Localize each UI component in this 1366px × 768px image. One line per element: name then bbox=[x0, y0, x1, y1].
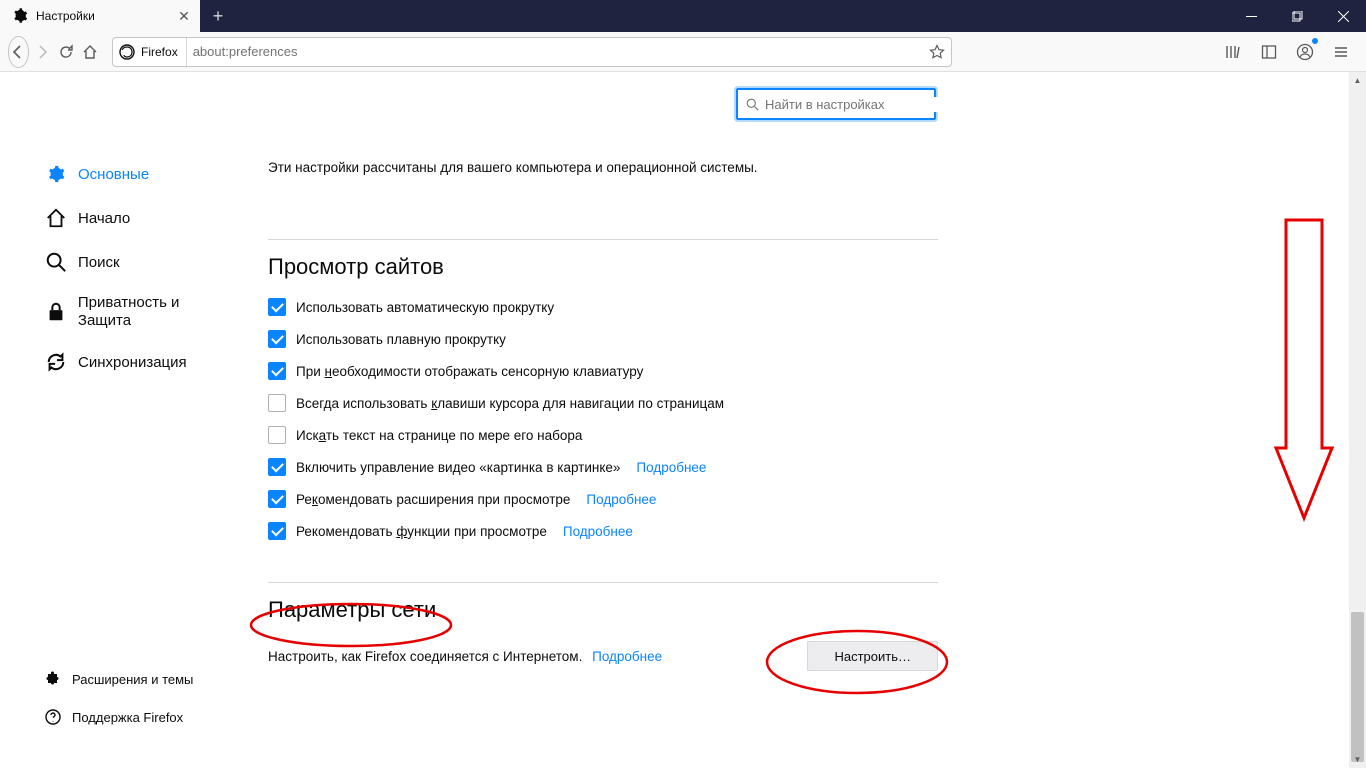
learn-more-link[interactable]: Подробнее bbox=[563, 524, 633, 539]
category-home[interactable]: Начало bbox=[40, 196, 240, 240]
opt-recommend-ext: Рекомендовать расширения при просмотре П… bbox=[268, 490, 938, 508]
opt-search-as-type: Искать текст на странице по мере его наб… bbox=[268, 426, 938, 444]
identity-box[interactable]: Firefox bbox=[119, 38, 187, 66]
gear-icon bbox=[12, 8, 28, 24]
scroll-thumb[interactable] bbox=[1351, 612, 1364, 762]
url-bar[interactable]: Firefox about:preferences bbox=[112, 37, 952, 67]
category-general[interactable]: Основные bbox=[40, 152, 240, 196]
opt-touch-keyboard: При необходимости отображать сенсорную к… bbox=[268, 362, 938, 380]
library-button[interactable] bbox=[1216, 36, 1250, 68]
window-controls bbox=[1228, 0, 1366, 32]
close-button[interactable] bbox=[1320, 0, 1366, 32]
minimize-button[interactable] bbox=[1228, 0, 1274, 32]
sidebar-button[interactable] bbox=[1252, 36, 1286, 68]
checkbox[interactable] bbox=[268, 426, 286, 444]
opt-label[interactable]: При необходимости отображать сенсорную к… bbox=[296, 364, 643, 379]
url-text: about:preferences bbox=[193, 44, 923, 59]
network-desc: Настроить, как Firefox соединяется с Инт… bbox=[268, 649, 807, 664]
reload-button[interactable] bbox=[56, 36, 76, 68]
prefs-search-box[interactable] bbox=[736, 88, 936, 120]
identity-label: Firefox bbox=[141, 45, 178, 59]
new-tab-button[interactable]: + bbox=[200, 0, 236, 32]
support-link[interactable]: Поддержка Firefox bbox=[40, 698, 240, 736]
prefs-main: Эти настройки рассчитаны для вашего комп… bbox=[268, 152, 938, 671]
opt-label[interactable]: Рекомендовать расширения при просмотре bbox=[296, 492, 570, 507]
category-label: Начало bbox=[78, 210, 130, 227]
firefox-icon bbox=[119, 44, 135, 60]
vertical-scrollbar[interactable]: ▲ ▼ bbox=[1349, 72, 1366, 768]
scroll-down-arrow[interactable]: ▼ bbox=[1349, 751, 1366, 768]
puzzle-icon bbox=[44, 670, 62, 688]
opt-pip: Включить управление видео «картинка в ка… bbox=[268, 458, 938, 476]
opt-recommend-features: Рекомендовать функции при просмотре Подр… bbox=[268, 522, 938, 540]
opt-label[interactable]: Рекомендовать функции при просмотре bbox=[296, 524, 547, 539]
category-privacy[interactable]: Приватность и Защита bbox=[40, 284, 240, 340]
opt-label[interactable]: Включить управление видео «картинка в ка… bbox=[296, 460, 620, 475]
checkbox[interactable] bbox=[268, 330, 286, 348]
opt-label[interactable]: Всегда использовать клавиши курсора для … bbox=[296, 396, 724, 411]
category-search[interactable]: Поиск bbox=[40, 240, 240, 284]
opt-autoscroll: Использовать автоматическую прокрутку bbox=[268, 298, 938, 316]
category-sync[interactable]: Синхронизация bbox=[40, 340, 240, 384]
opt-label[interactable]: Искать текст на странице по мере его наб… bbox=[296, 428, 582, 443]
checkbox[interactable] bbox=[268, 522, 286, 540]
maximize-button[interactable] bbox=[1274, 0, 1320, 32]
extensions-link[interactable]: Расширения и темы bbox=[40, 660, 240, 698]
network-settings-button[interactable]: Настроить… bbox=[807, 641, 938, 671]
back-button[interactable] bbox=[8, 36, 29, 68]
opt-label[interactable]: Использовать плавную прокрутку bbox=[296, 332, 506, 347]
helper-label: Расширения и темы bbox=[72, 672, 193, 687]
checkbox[interactable] bbox=[268, 490, 286, 508]
category-label: Синхронизация bbox=[78, 354, 187, 371]
tab-close-icon[interactable]: ✕ bbox=[176, 8, 192, 24]
browser-tab[interactable]: Настройки ✕ bbox=[0, 0, 200, 32]
prefs-sidebar: Основные Начало Поиск Приватность и Защи… bbox=[40, 152, 240, 384]
gear-icon bbox=[44, 162, 68, 186]
category-label: Поиск bbox=[78, 254, 120, 271]
prefs-search-input[interactable] bbox=[765, 97, 941, 112]
search-icon bbox=[746, 98, 759, 111]
nav-toolbar: Firefox about:preferences bbox=[0, 32, 1366, 72]
checkbox[interactable] bbox=[268, 458, 286, 476]
account-button[interactable] bbox=[1288, 36, 1322, 68]
question-icon bbox=[44, 708, 62, 726]
opt-caret-browsing: Всегда использовать клавиши курсора для … bbox=[268, 394, 938, 412]
scroll-up-arrow[interactable]: ▲ bbox=[1349, 72, 1366, 89]
category-label: Основные bbox=[78, 166, 149, 183]
home-icon bbox=[44, 206, 68, 230]
intro-text: Эти настройки рассчитаны для вашего комп… bbox=[268, 152, 938, 183]
preferences-page: Основные Начало Поиск Приватность и Защи… bbox=[0, 72, 1349, 768]
learn-more-link[interactable]: Подробнее bbox=[636, 460, 706, 475]
browsing-section-title: Просмотр сайтов bbox=[268, 254, 938, 280]
network-section-title: Параметры сети bbox=[268, 597, 938, 623]
checkbox[interactable] bbox=[268, 298, 286, 316]
tab-title: Настройки bbox=[36, 9, 176, 23]
home-button[interactable] bbox=[80, 36, 100, 68]
divider bbox=[268, 582, 938, 583]
prefs-helpers: Расширения и темы Поддержка Firefox bbox=[40, 660, 240, 736]
app-menu-button[interactable] bbox=[1324, 36, 1358, 68]
network-row: Настроить, как Firefox соединяется с Инт… bbox=[268, 641, 938, 671]
checkbox[interactable] bbox=[268, 362, 286, 380]
search-icon bbox=[44, 250, 68, 274]
category-label: Приватность и Защита bbox=[78, 294, 236, 330]
content-area: Основные Начало Поиск Приватность и Защи… bbox=[0, 72, 1366, 768]
divider bbox=[268, 239, 938, 240]
helper-label: Поддержка Firefox bbox=[72, 710, 183, 725]
forward-button[interactable] bbox=[33, 36, 53, 68]
lock-icon bbox=[44, 300, 68, 324]
learn-more-link[interactable]: Подробнее bbox=[592, 649, 662, 664]
learn-more-link[interactable]: Подробнее bbox=[586, 492, 656, 507]
opt-label[interactable]: Использовать автоматическую прокрутку bbox=[296, 300, 554, 315]
bookmark-star-icon[interactable] bbox=[929, 44, 945, 60]
titlebar: Настройки ✕ + bbox=[0, 0, 1366, 32]
sync-icon bbox=[44, 350, 68, 374]
opt-smoothscroll: Использовать плавную прокрутку bbox=[268, 330, 938, 348]
checkbox[interactable] bbox=[268, 394, 286, 412]
annotation-arrow bbox=[1274, 218, 1334, 528]
